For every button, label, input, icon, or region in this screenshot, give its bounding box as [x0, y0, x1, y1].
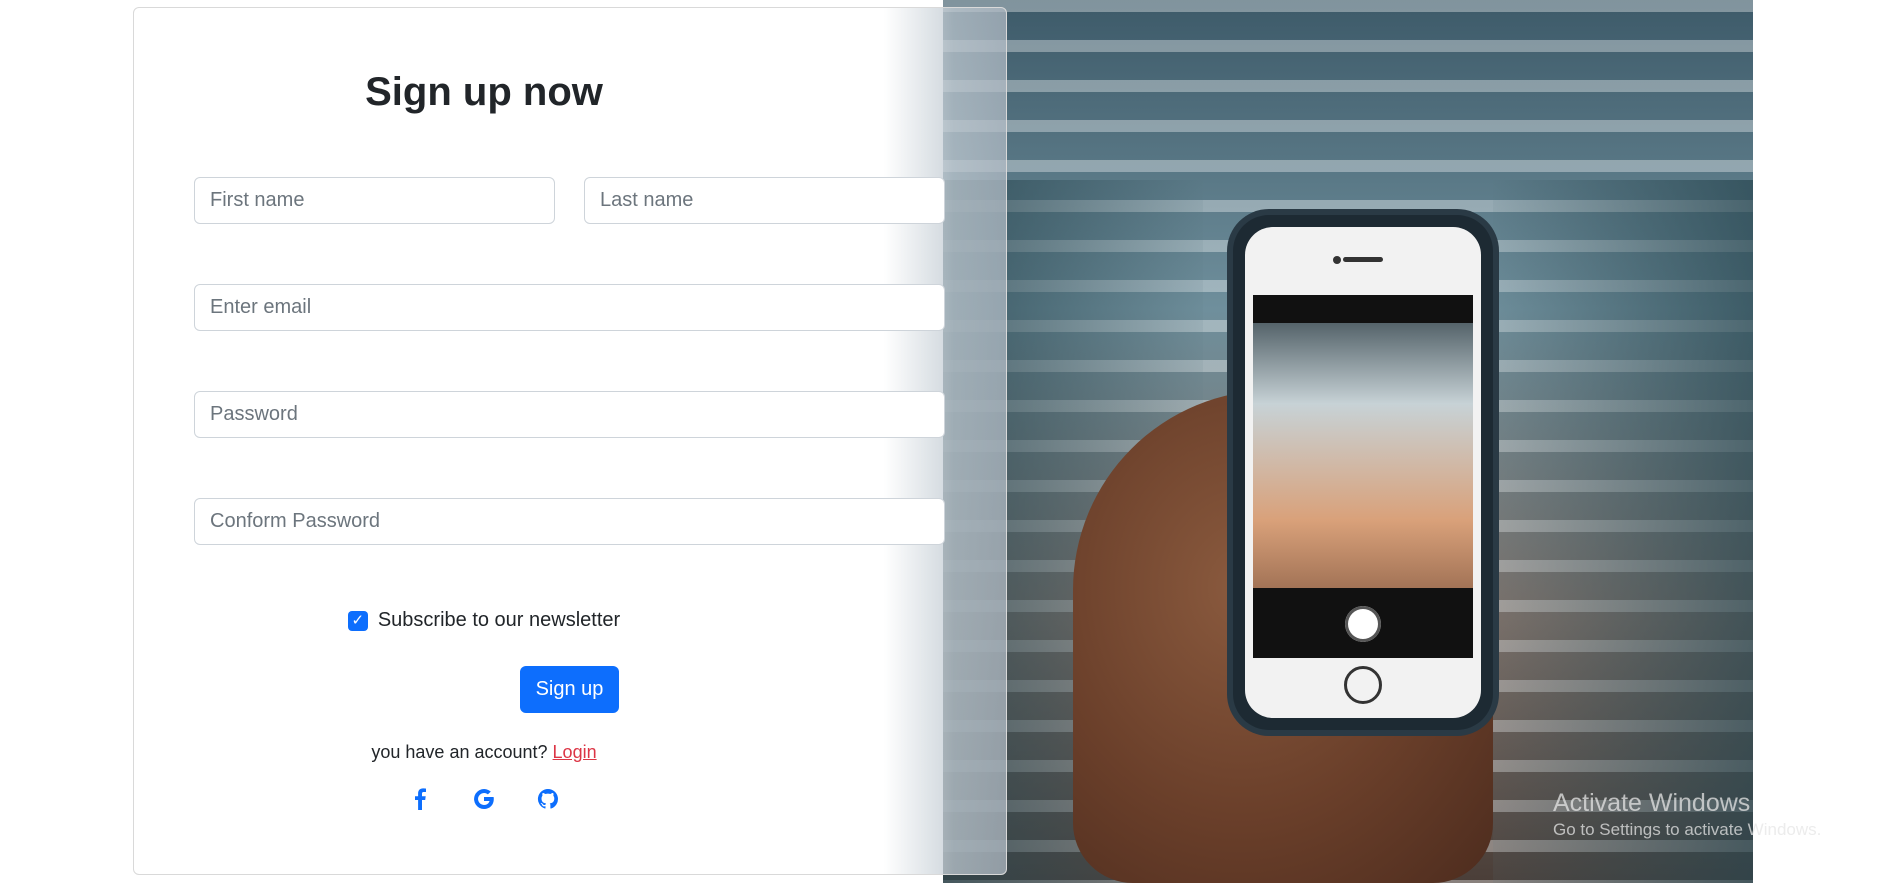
facebook-icon[interactable] [407, 786, 433, 812]
account-prompt: you have an account? [371, 742, 548, 762]
google-icon[interactable] [471, 786, 497, 812]
signup-button[interactable]: Sign up [520, 666, 619, 713]
windows-activation-watermark: Activate Windows Go to Settings to activ… [1553, 788, 1821, 842]
page: Sign up now ✓ Subscribe to our newslette… [0, 0, 1882, 883]
first-name-input[interactable] [194, 177, 555, 224]
phone-image [1233, 215, 1493, 730]
social-links [134, 786, 834, 812]
phone-screen [1253, 295, 1473, 658]
phone-speaker [1343, 257, 1383, 262]
camera-top-bar [1253, 295, 1473, 323]
corridor-wall-right [1493, 180, 1753, 883]
page-title: Sign up now [365, 70, 603, 114]
password-input[interactable] [194, 391, 945, 438]
home-button-image [1344, 666, 1382, 704]
hero-photo [943, 0, 1753, 883]
confirm-password-input[interactable] [194, 498, 945, 545]
newsletter-checkbox[interactable]: ✓ [347, 610, 368, 631]
github-icon[interactable] [535, 786, 561, 812]
account-prompt-row: you have an account? Login [134, 742, 834, 763]
newsletter-row: ✓ Subscribe to our newsletter [134, 609, 834, 632]
shutter-button-image [1345, 606, 1381, 642]
watermark-title: Activate Windows [1553, 789, 1751, 817]
signup-card: Sign up now ✓ Subscribe to our newslette… [133, 7, 1007, 875]
front-camera [1333, 256, 1341, 264]
camera-bottom-bar [1253, 588, 1473, 658]
email-input[interactable] [194, 284, 945, 331]
login-link[interactable]: Login [553, 742, 597, 762]
newsletter-label[interactable]: Subscribe to our newsletter [378, 609, 620, 632]
phone-face [1245, 227, 1481, 718]
last-name-input[interactable] [584, 177, 945, 224]
watermark-subtitle: Go to Settings to activate Windows. [1553, 820, 1822, 839]
